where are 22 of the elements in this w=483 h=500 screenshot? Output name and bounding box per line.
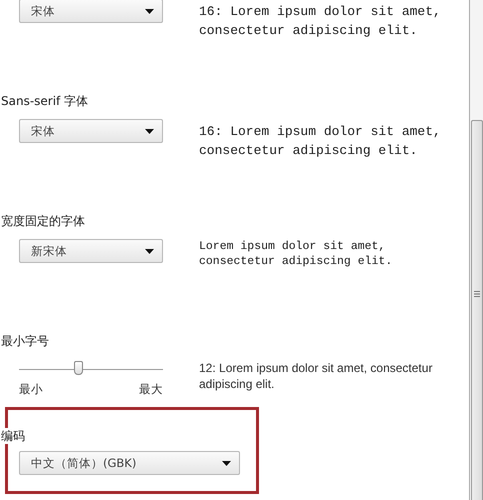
max-label: 最大 xyxy=(139,382,163,397)
preview-text: 16: Lorem ipsum dolor sit amet, consectetur adipiscing elit. xyxy=(199,123,442,160)
font-dropdown[interactable]: 宋体 xyxy=(19,119,163,143)
section-label: Sans-serif 字体 xyxy=(0,93,90,109)
preview-text: 12: Lorem ipsum dolor sit amet, consectetur adipiscing elit. xyxy=(199,360,434,392)
scrollbar[interactable] xyxy=(469,0,483,500)
caret-icon xyxy=(222,460,231,466)
font-dropdown[interactable]: 中文（简体）(GBK) xyxy=(19,451,240,475)
preview-text: 16: Lorem ipsum dolor sit amet, consectetur adipiscing elit. xyxy=(199,3,442,40)
section-label: 最小字号 xyxy=(0,333,50,349)
section-label: 宽度固定的字体 xyxy=(0,213,86,229)
scrollbar-thumb[interactable] xyxy=(471,120,483,500)
preview-text: Lorem ipsum dolor sit amet, consectetur adipiscing elit. xyxy=(199,239,394,269)
grip-icon xyxy=(474,291,480,297)
caret-icon xyxy=(145,248,154,254)
min-label: 最小 xyxy=(19,382,43,397)
font-dropdown[interactable]: 宋体 xyxy=(19,0,163,23)
caret-icon xyxy=(145,128,154,134)
caret-icon xyxy=(145,8,154,14)
font-dropdown[interactable]: 新宋体 xyxy=(19,239,163,263)
section-label: 编码 xyxy=(0,428,27,444)
slider-thumb[interactable] xyxy=(74,361,84,375)
